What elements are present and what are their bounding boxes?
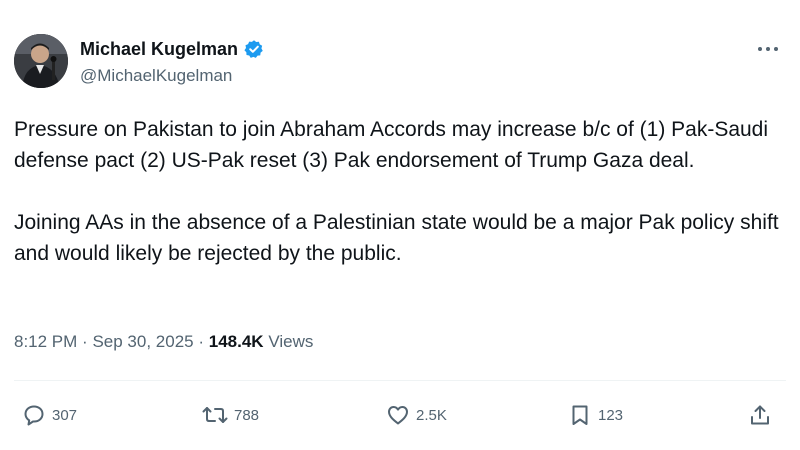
views-label: Views — [268, 332, 314, 351]
avatar[interactable] — [14, 34, 68, 88]
more-options-icon[interactable] — [756, 42, 780, 54]
heart-icon — [386, 403, 410, 427]
tweet-text: Pressure on Pakistan to join Abraham Acc… — [14, 114, 786, 269]
like-count: 2.5K — [416, 406, 447, 424]
views-count: 148.4K — [208, 332, 264, 351]
action-bar: 307 788 2.5K 123 — [0, 398, 800, 432]
author-handle[interactable]: @MichaelKugelman — [80, 66, 264, 86]
repost-icon — [202, 403, 228, 427]
tweet-paragraph: Joining AAs in the absence of a Palestin… — [14, 211, 779, 265]
tweet-card: Michael Kugelman @MichaelKugelman Pressu… — [0, 0, 800, 450]
bookmark-button[interactable]: 123 — [568, 398, 623, 432]
bookmark-count: 123 — [598, 406, 624, 424]
divider — [14, 380, 786, 381]
verified-badge-icon — [244, 39, 264, 59]
like-button[interactable]: 2.5K — [386, 398, 447, 432]
reply-count: 307 — [52, 406, 78, 424]
tweet-meta: 8:12 PM · Sep 30, 2025 · 148.4K Views — [14, 332, 313, 352]
share-icon — [748, 403, 772, 427]
tweet-date[interactable]: Sep 30, 2025 — [92, 332, 193, 351]
repost-count: 788 — [234, 406, 260, 424]
meta-separator: · — [198, 332, 205, 351]
reply-icon — [22, 403, 46, 427]
author-display-name[interactable]: Michael Kugelman — [80, 39, 238, 60]
bookmark-icon — [568, 403, 592, 427]
tweet-time[interactable]: 8:12 PM — [14, 332, 77, 351]
display-name-row: Michael Kugelman — [80, 38, 264, 60]
tweet-paragraph: Pressure on Pakistan to join Abraham Acc… — [14, 118, 769, 172]
author-names: Michael Kugelman @MichaelKugelman — [80, 38, 264, 86]
tweet-header: Michael Kugelman @MichaelKugelman — [14, 34, 786, 94]
reply-button[interactable]: 307 — [22, 398, 77, 432]
repost-button[interactable]: 788 — [202, 398, 259, 432]
meta-separator: · — [82, 332, 88, 351]
share-button[interactable] — [748, 398, 772, 432]
